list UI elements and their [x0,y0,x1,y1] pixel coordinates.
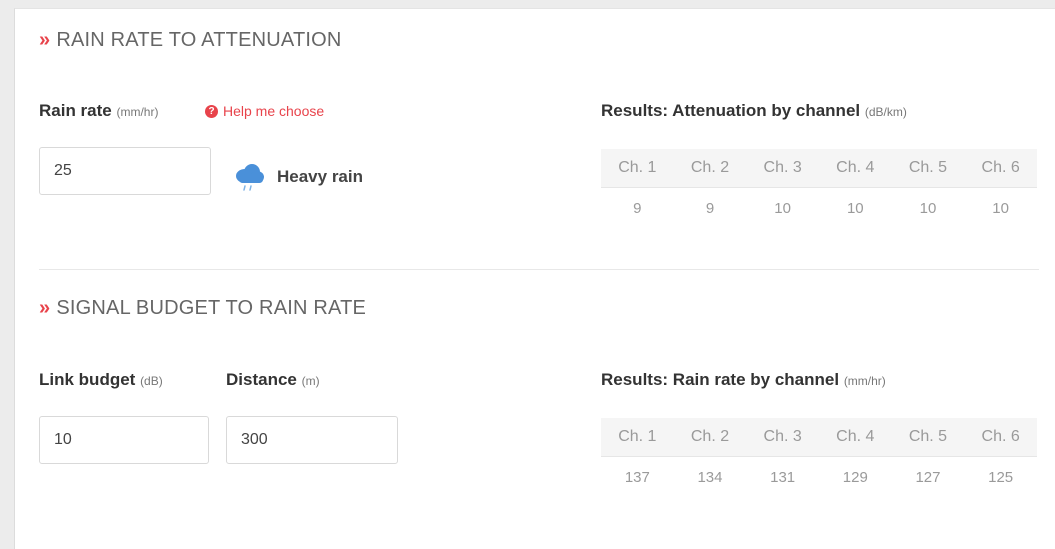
column-header: Ch. 6 [964,418,1037,457]
column-header: Ch. 1 [601,149,674,188]
link-budget-label-text: Link budget [39,370,136,389]
table-header-row: Ch. 1 Ch. 2 Ch. 3 Ch. 4 Ch. 5 Ch. 6 [601,149,1037,188]
column-header: Ch. 6 [964,149,1037,188]
column-header: Ch. 3 [746,149,819,188]
link-budget-unit: (dB) [140,374,163,388]
table-cell: 10 [774,199,791,217]
column-header: Ch. 4 [818,418,892,457]
link-budget-input[interactable] [39,416,209,464]
table-cell: 127 [915,468,941,486]
rain-rate-results-title: Results: Rain rate by channel (mm/hr) [601,370,886,390]
column-header: Ch. 2 [673,418,747,457]
column-header: Ch. 5 [891,418,965,457]
rain-rate-input[interactable] [39,147,211,195]
table-cell: 134 [697,468,723,486]
column-header: Ch. 2 [673,149,747,188]
table-cell: 9 [633,199,642,217]
section-title-rain-to-attenuation: » RAIN RATE TO ATTENUATION [39,29,342,52]
table-cell: 10 [919,199,937,217]
table-cell: 10 [846,199,864,217]
rain-rate-results-table: Ch. 1 Ch. 2 Ch. 3 Ch. 4 Ch. 5 Ch. 6 137 … [601,418,1037,497]
link-budget-label: Link budget (dB) [39,370,163,390]
section-title-budget-to-rain-rate: » SIGNAL BUDGET TO RAIN RATE [39,297,366,320]
attenuation-results-unit: (dB/km) [864,105,907,119]
chevron-double-right-icon: » [39,29,51,51]
column-header: Ch. 1 [601,418,674,457]
table-cell: 129 [842,468,868,486]
table-row: 9 9 10 10 10 10 [601,188,1037,229]
table-header-row: Ch. 1 Ch. 2 Ch. 3 Ch. 4 Ch. 5 Ch. 6 [601,418,1037,457]
distance-label: Distance (m) [226,370,320,390]
table-row: 137 134 131 129 127 125 [601,457,1037,498]
attenuation-results-title-text: Results: Attenuation by channel [601,101,861,120]
column-header: Ch. 5 [891,149,965,188]
rain-rate-label-text: Rain rate [39,101,112,120]
chevron-double-right-icon: » [39,297,51,319]
weather-indicator: Heavy rain [231,159,363,195]
rain-rate-results-title-text: Results: Rain rate by channel [601,370,840,389]
table-cell: 9 [705,199,715,217]
attenuation-results-title: Results: Attenuation by channel (dB/km) [601,101,907,121]
section-title-text: RAIN RATE TO ATTENUATION [56,29,342,51]
rain-rate-results-unit: (mm/hr) [843,374,886,388]
question-circle-icon: ? [205,104,218,118]
rain-rate-unit: (mm/hr) [116,105,159,119]
column-header: Ch. 3 [746,418,819,457]
distance-unit: (m) [301,374,320,388]
column-header: Ch. 4 [818,149,892,188]
table-cell: 125 [988,468,1014,486]
section-title-text: SIGNAL BUDGET TO RAIN RATE [56,297,367,319]
help-me-choose-link[interactable]: ? Help me choose [205,103,324,119]
rain-cloud-icon [236,164,264,191]
attenuation-results-table: Ch. 1 Ch. 2 Ch. 3 Ch. 4 Ch. 5 Ch. 6 9 9 … [601,149,1037,228]
table-cell: 137 [624,468,650,486]
distance-input[interactable] [226,416,398,464]
calculator-panel: » RAIN RATE TO ATTENUATION Rain rate (mm… [14,8,1055,549]
table-cell: 10 [992,199,1009,217]
section-divider [39,269,1039,270]
distance-label-text: Distance [226,370,297,389]
rain-rate-label: Rain rate (mm/hr) [39,101,158,121]
table-cell: 131 [770,468,796,486]
weather-label: Heavy rain [277,167,363,186]
help-link-text: Help me choose [223,103,325,119]
